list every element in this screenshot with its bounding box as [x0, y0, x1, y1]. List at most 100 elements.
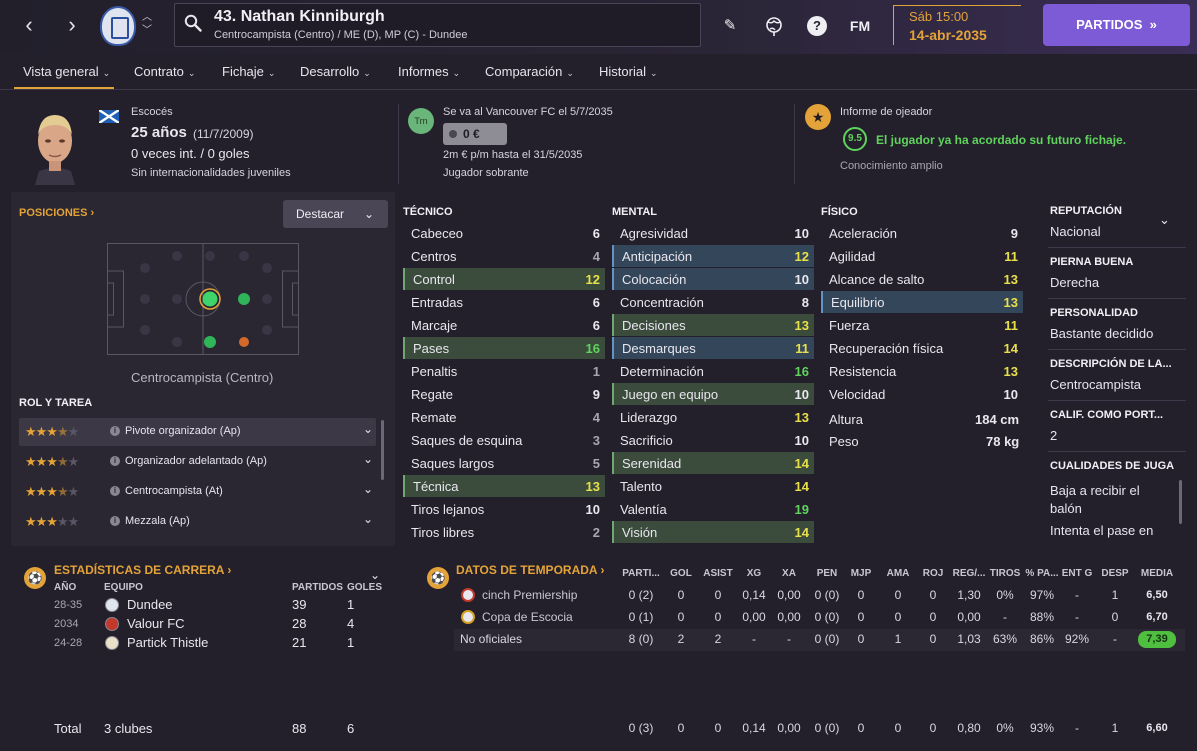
chevron-up-icon[interactable]: ︿ [142, 13, 152, 23]
fm-menu-button[interactable]: FM [848, 14, 872, 38]
attribute-row[interactable]: Liderazgo 13 [612, 406, 814, 428]
chevron-down-icon: ⌄ [363, 68, 371, 78]
attribute-name: Valentía [620, 502, 667, 517]
career-team[interactable]: Partick Thistle [127, 635, 208, 650]
attribute-row[interactable]: Centros 4 [403, 245, 605, 267]
partidos-button[interactable]: PARTIDOS » [1043, 4, 1190, 46]
world-globe-icon[interactable] [762, 14, 786, 38]
career-team[interactable]: Valour FC [127, 616, 185, 631]
attribute-row[interactable]: Equilibrio 13 [821, 291, 1023, 313]
attribute-row[interactable]: Marcaje 6 [403, 314, 605, 336]
season-cell: 0 [1111, 610, 1119, 624]
attribute-row[interactable]: Tiros lejanos 10 [403, 498, 605, 520]
scout-report-title[interactable]: Informe de ojeador [840, 106, 932, 118]
competition-icon [461, 588, 475, 602]
info-icon[interactable]: i [110, 456, 120, 466]
attribute-value: 13 [585, 479, 600, 494]
attribute-row[interactable]: Sacrificio 10 [612, 429, 814, 451]
attribute-row[interactable]: Anticipación 12 [612, 245, 814, 267]
tab-divider [0, 89, 1197, 90]
destacar-dropdown[interactable]: Destacar ⌄ [283, 200, 388, 228]
role-row[interactable]: ★★★★★ i Mezzala (Ap) ⌄ [19, 508, 376, 536]
attribute-row[interactable]: Juego en equipo 10 [612, 383, 814, 405]
attribute-row[interactable]: Recuperación física 14 [821, 337, 1023, 359]
attribute-row[interactable]: Decisiones 13 [612, 314, 814, 336]
positions-title[interactable]: POSICIONES › [19, 207, 94, 219]
transfer-info[interactable]: Se va al Vancouver FC el 5/7/2035 [443, 106, 613, 118]
qualities-scrollbar[interactable] [1179, 480, 1182, 524]
attribute-row[interactable]: Técnica 13 [403, 475, 605, 497]
attribute-value: 4 [592, 249, 600, 264]
description-value: Centrocampista [1050, 377, 1142, 392]
chevron-down-icon[interactable]: ⌄ [363, 512, 373, 526]
tab-desarrollo[interactable]: Desarrollo ⌄ [300, 64, 371, 79]
tab-fichaje[interactable]: Fichaje ⌄ [222, 64, 275, 79]
role-row[interactable]: ★★★★★ i Centrocampista (At) ⌄ [19, 478, 376, 506]
forward-arrow-icon[interactable]: › [60, 12, 84, 38]
info-icon[interactable]: i [110, 426, 120, 436]
attribute-row[interactable]: Fuerza 11 [821, 314, 1023, 336]
chevron-down-icon[interactable]: ⌄ [363, 452, 373, 466]
info-icon[interactable]: i [110, 516, 120, 526]
tab-contrato[interactable]: Contrato ⌄ [134, 64, 195, 79]
club-crest-icon [105, 598, 119, 612]
role-row[interactable]: ★★★★★ i Organizador adelantado (Ap) ⌄ [19, 448, 376, 476]
search-icon[interactable] [184, 14, 202, 32]
chevron-down-icon[interactable]: ⌄ [370, 568, 380, 582]
season-col-header[interactable]: MEDIA [1131, 568, 1183, 579]
attribute-row[interactable]: Alcance de salto 13 [821, 268, 1023, 290]
attribute-row[interactable]: Colocación 10 [612, 268, 814, 290]
edit-pencil-icon[interactable]: ✎ [718, 14, 742, 38]
tab-informes[interactable]: Informes ⌄ [398, 64, 460, 79]
attribute-row[interactable]: Tiros libres 2 [403, 521, 605, 543]
attribute-row[interactable]: Velocidad 10 [821, 383, 1023, 405]
attribute-row[interactable]: Serenidad 14 [612, 452, 814, 474]
date-of-birth: (11/7/2009) [193, 127, 254, 141]
attribute-value: 9 [592, 387, 600, 402]
back-arrow-icon[interactable]: ‹ [17, 12, 41, 38]
club-crest-icon[interactable] [100, 6, 136, 46]
attribute-row[interactable]: Entradas 6 [403, 291, 605, 313]
attribute-row[interactable]: Pases 16 [403, 337, 605, 359]
chevron-down-icon[interactable]: ﹀ [142, 26, 152, 36]
attribute-row[interactable]: Remate 4 [403, 406, 605, 428]
attribute-row[interactable]: Regate 9 [403, 383, 605, 405]
tab-label: Vista general [23, 64, 99, 79]
attribute-row[interactable]: Agresividad 10 [612, 222, 814, 244]
attribute-row[interactable]: Saques de esquina 3 [403, 429, 605, 451]
attribute-row[interactable]: Control 12 [403, 268, 605, 290]
chevron-down-icon[interactable]: ⌄ [363, 422, 373, 436]
tab-vista-general[interactable]: Vista general ⌄ [23, 64, 110, 79]
attribute-row[interactable]: Talento 14 [612, 475, 814, 497]
roles-scrollbar[interactable] [381, 420, 384, 480]
attribute-row[interactable]: Agilidad 11 [821, 245, 1023, 267]
info-icon[interactable]: i [110, 486, 120, 496]
tab-comparacion[interactable]: Comparación ⌄ [485, 64, 574, 79]
career-title[interactable]: ESTADÍSTICAS DE CARRERA › [54, 563, 231, 577]
attribute-row[interactable]: Penaltis 1 [403, 360, 605, 382]
attribute-row[interactable]: Valentía 19 [612, 498, 814, 520]
chevron-down-icon[interactable]: ⌄ [363, 482, 373, 496]
help-icon[interactable]: ? [805, 14, 829, 38]
tab-historial[interactable]: Historial ⌄ [599, 64, 658, 79]
transfer-value[interactable]: 0 € [443, 123, 507, 145]
attribute-row[interactable]: Resistencia 13 [821, 360, 1023, 382]
col-year: AÑO [54, 582, 77, 593]
attribute-row[interactable]: Concentración 8 [612, 291, 814, 313]
role-row[interactable]: ★★★★★ i Pivote organizador (Ap) ⌄ [19, 418, 376, 446]
attribute-name: Serenidad [622, 456, 682, 471]
attribute-row[interactable]: Determinación 16 [612, 360, 814, 382]
season-title[interactable]: DATOS DE TEMPORADA › [456, 563, 604, 577]
chevron-down-icon[interactable]: ⌄ [1159, 212, 1170, 228]
attribute-value: 1 [592, 364, 600, 379]
attribute-name: Aceleración [829, 226, 897, 241]
club-crest-icon [105, 617, 119, 631]
career-team[interactable]: Dundee [127, 597, 173, 612]
attribute-row[interactable]: Desmarques 11 [612, 337, 814, 359]
player-avatar[interactable] [27, 107, 83, 185]
attribute-row[interactable]: Saques largos 5 [403, 452, 605, 474]
attribute-row[interactable]: Cabeceo 6 [403, 222, 605, 244]
attribute-row[interactable]: Visión 14 [612, 521, 814, 543]
season-cell: - [1113, 632, 1117, 646]
attribute-row[interactable]: Aceleración 9 [821, 222, 1023, 244]
